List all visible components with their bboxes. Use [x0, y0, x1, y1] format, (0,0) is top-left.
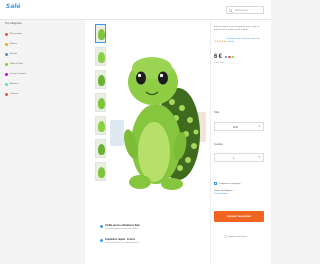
quantity-value: 1	[233, 156, 235, 160]
size-value: Petit	[233, 125, 239, 129]
sidebar-item-label: Mode & Style	[10, 63, 24, 65]
sidebar-item-toys[interactable]: Jouets & enfants	[5, 69, 27, 79]
thumbnail-strip	[95, 24, 107, 185]
sidebar-item-label: Électronique	[10, 33, 23, 35]
category-dot-icon	[5, 82, 8, 86]
plush-thumb-image	[98, 167, 105, 178]
seller-info: Vendu par Magasin Voir la boutique	[214, 190, 264, 202]
brand-logo[interactable]: Salé	[6, 3, 21, 10]
info-subtitle: Les commentaires et avis des clients	[105, 228, 138, 230]
category-dot-icon	[5, 92, 8, 96]
search-icon	[229, 8, 233, 13]
thumbnail[interactable]	[95, 93, 106, 112]
rating-row: ★ ★ ★ ★ ★ Evaluations des clients et not…	[214, 38, 263, 44]
sidebar-item-beauty[interactable]: Beauté	[5, 49, 27, 59]
size-select[interactable]: Petit ▾	[214, 122, 264, 131]
visit-store-link[interactable]: Voir la boutique	[214, 193, 264, 195]
info-subtitle: Livraison estimée sous quelques jours	[105, 242, 139, 244]
chevron-down-icon: ▾	[258, 124, 260, 128]
top-header: Salé Rechercher	[0, 0, 271, 20]
category-dot-icon	[5, 42, 8, 46]
price-row: 6 €	[214, 54, 235, 60]
thumbnail[interactable]	[95, 139, 106, 158]
sidebar-item-pets[interactable]: Animaux	[5, 79, 27, 89]
plush-thumb-image	[98, 52, 105, 63]
quantity-label: Quantité	[214, 144, 223, 146]
payment-badge-icon	[224, 55, 228, 58]
thumbnail[interactable]	[95, 24, 106, 43]
payment-badge-icon	[231, 55, 235, 58]
check-badge-icon	[100, 225, 103, 228]
sidebar-item-label: Cadeaux	[10, 93, 19, 95]
seller-name: Vendu par Magasin	[214, 190, 233, 192]
search-input[interactable]: Rechercher	[226, 6, 264, 14]
plush-thumb-image	[98, 121, 105, 132]
star-rating[interactable]: ★ ★ ★ ★ ★	[214, 40, 226, 43]
search-placeholder: Rechercher	[235, 9, 248, 12]
sidebar-item-electronics[interactable]: Électronique	[5, 29, 27, 39]
sidebar-item-label: Beauté	[10, 53, 17, 55]
shipping-info: Expédition rapide · France Livraison est…	[100, 238, 139, 252]
sidebar-title: Top catégories	[5, 22, 22, 25]
sidebar-item-label: Jouets & enfants	[10, 73, 27, 75]
payment-badge-icon	[228, 55, 231, 58]
sidebar-item-label: Maison	[10, 43, 18, 45]
category-sidebar: Top catégories Électronique Maison Beaut…	[5, 22, 27, 122]
thumbnail[interactable]	[95, 47, 106, 66]
quantity-select[interactable]: 1 ▾	[214, 153, 264, 162]
compare-checkbox[interactable]	[214, 182, 217, 185]
sidebar-item-home[interactable]: Maison	[5, 39, 27, 49]
heart-icon	[224, 235, 228, 239]
category-dot-icon	[5, 32, 8, 36]
wishlist-row[interactable]: Ajouter aux favoris	[224, 235, 247, 239]
price-note: TVA incluse	[214, 62, 225, 64]
product-price: 6 €	[214, 54, 222, 60]
plush-thumb-image	[98, 144, 105, 155]
product-title: Peluche tortue verte aux grands yeux, jo…	[214, 26, 260, 32]
product-main-image[interactable]	[108, 22, 208, 194]
category-dot-icon	[5, 52, 8, 56]
thumbnail[interactable]	[95, 116, 106, 135]
category-dot-icon	[5, 72, 8, 76]
add-to-cart-button[interactable]: Ajouter au panier	[214, 211, 264, 222]
sidebar-item-gifts[interactable]: Cadeaux	[5, 89, 27, 99]
chevron-down-icon: ▾	[258, 155, 260, 159]
star-icon: ★	[223, 39, 226, 43]
verified-info: Vérifié par les utilisateurs Salé Les co…	[100, 224, 140, 238]
info-title: Expédition rapide · France	[105, 238, 136, 241]
plush-thumb-image	[98, 98, 105, 109]
reviews-link[interactable]: Evaluations des clients et notes des pro…	[227, 38, 263, 44]
payment-badges	[224, 55, 236, 58]
turtle-plush-image	[108, 22, 208, 194]
compare-label: Comparer ce magasin	[219, 182, 241, 185]
plush-thumb-image	[98, 75, 105, 86]
plush-thumb-image	[98, 29, 105, 40]
thumbnail[interactable]	[95, 70, 106, 89]
sidebar-item-label: Animaux	[10, 83, 19, 85]
category-dot-icon	[5, 62, 8, 66]
size-label: Taille	[214, 112, 220, 114]
truck-icon	[100, 239, 103, 242]
sidebar-item-fashion[interactable]: Mode & Style	[5, 59, 27, 69]
info-title: Vérifié par les utilisateurs Salé	[105, 224, 140, 227]
compare-store-row[interactable]: Comparer ce magasin	[214, 182, 241, 185]
thumbnail[interactable]	[95, 162, 106, 181]
wishlist-label: Ajouter aux favoris	[229, 236, 248, 238]
